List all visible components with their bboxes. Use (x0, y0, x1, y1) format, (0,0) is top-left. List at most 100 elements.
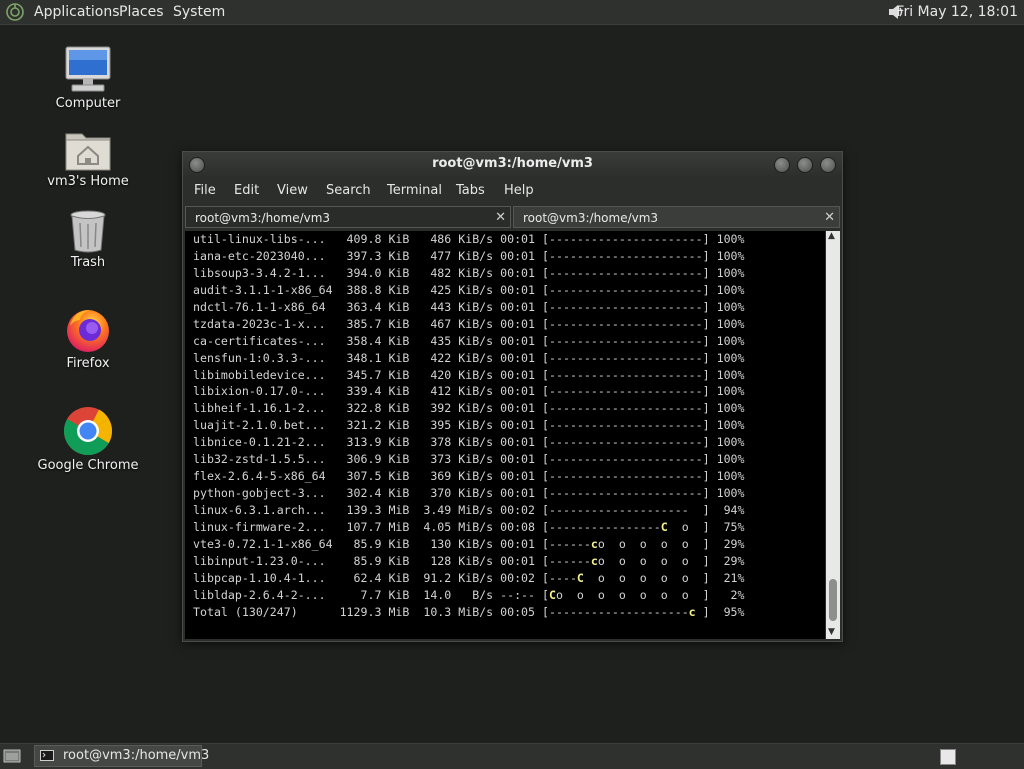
places-menu[interactable]: Places (119, 3, 164, 21)
progress-percent: ] 100% (702, 248, 745, 263)
progress-bar-text: ------co o o o o (548, 536, 689, 551)
terminal-output[interactable]: util-linux-libs-... 409.8 KiB 486 KiB/s … (185, 231, 825, 639)
progress-bar-text: ------co o o o o (548, 553, 689, 568)
terminal-line-info: libimobiledevice... 345.7 KiB 420 KiB/s … (193, 367, 549, 382)
progress-percent: ] 75% (702, 519, 745, 534)
terminal-line-info: audit-3.1.1-1-x86_64 388.8 KiB 425 KiB/s… (193, 282, 549, 297)
terminal-line: Total (130/247) 1129.3 MiB 10.3 MiB/s 00… (193, 604, 825, 621)
terminal-icon (40, 750, 54, 761)
terminal-line: flex-2.6.4-5-x86_64 307.5 KiB 369 KiB/s … (193, 468, 825, 485)
menu-help[interactable]: Help (504, 183, 534, 198)
progress-bar-text: ---------------------- (548, 265, 703, 280)
window-titlebar[interactable]: root@vm3:/home/vm3 (183, 152, 842, 178)
menu-edit[interactable]: Edit (234, 183, 259, 198)
terminal-line: python-gobject-3... 302.4 KiB 370 KiB/s … (193, 485, 825, 502)
terminal-line-info: flex-2.6.4-5-x86_64 307.5 KiB 369 KiB/s … (193, 469, 549, 484)
terminal-line: lensfun-1:0.3.3-... 348.1 KiB 422 KiB/s … (193, 350, 825, 367)
progress-bar-text: ---------------------- (548, 248, 703, 263)
progress-bar-text: ---------------------- (548, 452, 703, 467)
terminal-line: util-linux-libs-... 409.8 KiB 486 KiB/s … (193, 231, 825, 248)
terminal-line: libnice-0.1.21-2... 313.9 KiB 378 KiB/s … (193, 434, 825, 451)
progress-bar-text: ---------------------- (548, 469, 703, 484)
progress-bar-text: Co o o o o o o (548, 587, 689, 602)
maximize-icon[interactable] (797, 157, 813, 173)
terminal-line-info: python-gobject-3... 302.4 KiB 370 KiB/s … (193, 486, 549, 501)
terminal-line-info: libheif-1.16.1-2... 322.8 KiB 392 KiB/s … (193, 401, 549, 416)
terminal-line-info: ca-certificates-... 358.4 KiB 435 KiB/s … (193, 333, 549, 348)
scroll-up-icon[interactable]: ▲ (828, 231, 835, 241)
progress-percent: ] 29% (702, 553, 745, 568)
close-icon[interactable] (820, 157, 836, 173)
menu-view[interactable]: View (277, 183, 308, 198)
terminal-line-info: libldap-2.6.4-2-... 7.7 KiB 14.0 B/s --:… (193, 587, 549, 602)
distro-logo-icon[interactable] (6, 3, 24, 21)
progress-percent: ] 95% (702, 604, 745, 619)
menu-terminal[interactable]: Terminal (387, 183, 442, 198)
menu-tabs[interactable]: Tabs (456, 183, 485, 198)
desktop-icon-firefox[interactable]: Firefox (28, 306, 148, 371)
scrollbar-thumb[interactable] (829, 579, 837, 621)
firefox-icon (67, 310, 109, 352)
tab-close-icon[interactable]: ✕ (824, 207, 835, 229)
minimize-icon[interactable] (774, 157, 790, 173)
terminal-line-info: linux-firmware-2... 107.7 MiB 4.05 MiB/s… (193, 519, 549, 534)
system-menu[interactable]: System (173, 3, 225, 21)
workspace-switcher[interactable] (940, 749, 956, 765)
tab-label: root@vm3:/home/vm3 (195, 211, 331, 225)
desktop-icon-trash[interactable]: Trash (28, 209, 148, 270)
tab-1[interactable]: root@vm3:/home/vm3 ✕ (185, 206, 511, 228)
show-desktop-icon[interactable] (3, 748, 21, 764)
desktop-icon-label: Google Chrome (37, 458, 139, 473)
terminal-line: ndctl-76.1-1-x86_64 363.4 KiB 443 KiB/s … (193, 299, 825, 316)
progress-percent: ] 100% (702, 384, 745, 399)
menu-search[interactable]: Search (326, 183, 371, 198)
terminal-window: root@vm3:/home/vm3 File Edit View Search… (182, 151, 843, 642)
terminal-line-info: linux-6.3.1.arch... 139.3 MiB 3.49 MiB/s… (193, 503, 549, 517)
terminal-line: libimobiledevice... 345.7 KiB 420 KiB/s … (193, 367, 825, 384)
progress-bar-text: ---------------------- (548, 232, 703, 246)
menubar: File Edit View Search Terminal Tabs Help (183, 178, 842, 204)
progress-percent: ] 100% (702, 401, 745, 416)
window-title: root@vm3:/home/vm3 (432, 156, 593, 171)
desktop-icon-computer[interactable]: Computer (28, 46, 148, 111)
desktop-icon-home[interactable]: vm3's Home (28, 128, 148, 189)
tab-close-icon[interactable]: ✕ (495, 207, 506, 229)
terminal-line-info: util-linux-libs-... 409.8 KiB 486 KiB/s … (193, 232, 549, 246)
terminal-line: ca-certificates-... 358.4 KiB 435 KiB/s … (193, 333, 825, 350)
progress-bar-text: -------------------- (548, 503, 689, 517)
taskbar-button-terminal[interactable]: root@vm3:/home/vm3 (34, 745, 209, 767)
progress-bar-text: ---------------------- (548, 299, 703, 314)
bottom-panel: root@vm3:/home/vm3 (0, 743, 1024, 769)
terminal-line-info: libixion-0.17.0-... 339.4 KiB 412 KiB/s … (193, 384, 549, 399)
progress-bar-text: ---------------------- (548, 333, 703, 348)
progress-percent: ] 94% (702, 503, 745, 517)
progress-percent: ] 100% (702, 452, 745, 467)
tab-2[interactable]: root@vm3:/home/vm3 ✕ (513, 206, 840, 228)
desktop-icon-label: Firefox (66, 356, 110, 371)
terminal-line: libheif-1.16.1-2... 322.8 KiB 392 KiB/s … (193, 400, 825, 417)
terminal-scrollbar[interactable]: ▲ ▼ (826, 231, 840, 639)
clock[interactable]: Fri May 12, 18:01 (896, 3, 1018, 21)
terminal-line: vte3-0.72.1-1-x86_64 85.9 KiB 130 KiB/s … (193, 536, 825, 553)
terminal-line-info: libnice-0.1.21-2... 313.9 KiB 378 KiB/s … (193, 435, 549, 450)
progress-percent: ] 100% (702, 282, 745, 297)
terminal-line-info: tzdata-2023c-1-x... 385.7 KiB 467 KiB/s … (193, 316, 549, 331)
terminal-text: util-linux-libs-... 409.8 KiB 486 KiB/s … (185, 231, 825, 621)
window-menu-icon[interactable] (189, 157, 205, 173)
applications-menu[interactable]: Applications (34, 3, 120, 21)
terminal-line-info: lib32-zstd-1.5.5... 306.9 KiB 373 KiB/s … (193, 452, 549, 467)
progress-percent: ] 100% (702, 486, 745, 501)
terminal-line-info: vte3-0.72.1-1-x86_64 85.9 KiB 130 KiB/s … (193, 536, 549, 551)
menu-file[interactable]: File (194, 183, 216, 198)
progress-bar-text: ----C o o o o o (548, 570, 689, 585)
terminal-line: linux-firmware-2... 107.7 MiB 4.05 MiB/s… (193, 519, 825, 536)
computer-icon (65, 46, 111, 92)
progress-percent: ] 100% (702, 418, 745, 433)
desktop-icon-chrome[interactable]: Google Chrome (28, 406, 148, 473)
terminal-line: libpcap-1.10.4-1... 62.4 KiB 91.2 KiB/s … (193, 570, 825, 587)
tab-bar: root@vm3:/home/vm3 ✕ root@vm3:/home/vm3 … (183, 206, 842, 230)
terminal-line-info: luajit-2.1.0.bet... 321.2 KiB 395 KiB/s … (193, 418, 549, 433)
scroll-down-icon[interactable]: ▼ (828, 627, 835, 637)
desktop-icon-label: Trash (70, 255, 106, 270)
progress-percent: ] 100% (702, 265, 745, 280)
